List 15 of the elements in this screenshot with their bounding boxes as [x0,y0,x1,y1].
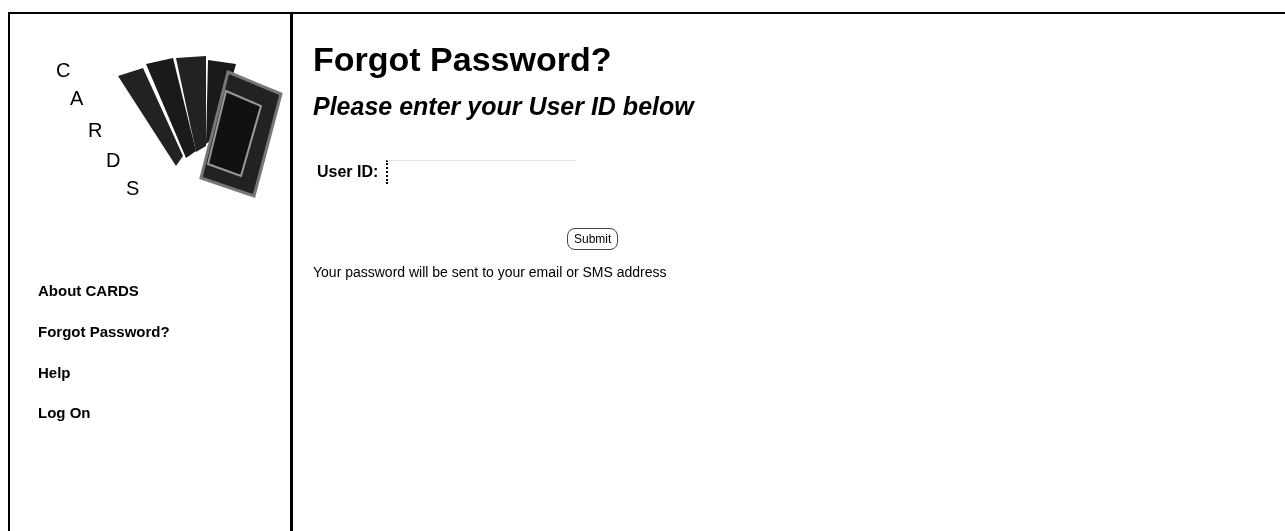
user-id-field[interactable] [386,159,577,184]
page-subtitle: Please enter your User ID below [313,90,694,122]
sidebar-link[interactable]: Log On [38,404,91,423]
field-label: User ID: [317,161,379,182]
submit-button[interactable]: Submit [567,227,619,250]
logo-letter: S [126,178,140,198]
info-text: Your password will be sent to your email or SMS address [313,262,668,282]
sidebar-link[interactable]: Forgot Password? [38,322,170,342]
sidebar-link[interactable]: About CARDS [38,282,139,301]
logo-letter: C [56,60,71,80]
page-title: Forgot Password? [313,39,613,80]
logo-letter: A [70,88,84,108]
logo-letter: R [88,120,103,140]
logo-letter: D [106,150,121,170]
sidebar-link[interactable]: Help [38,363,71,383]
